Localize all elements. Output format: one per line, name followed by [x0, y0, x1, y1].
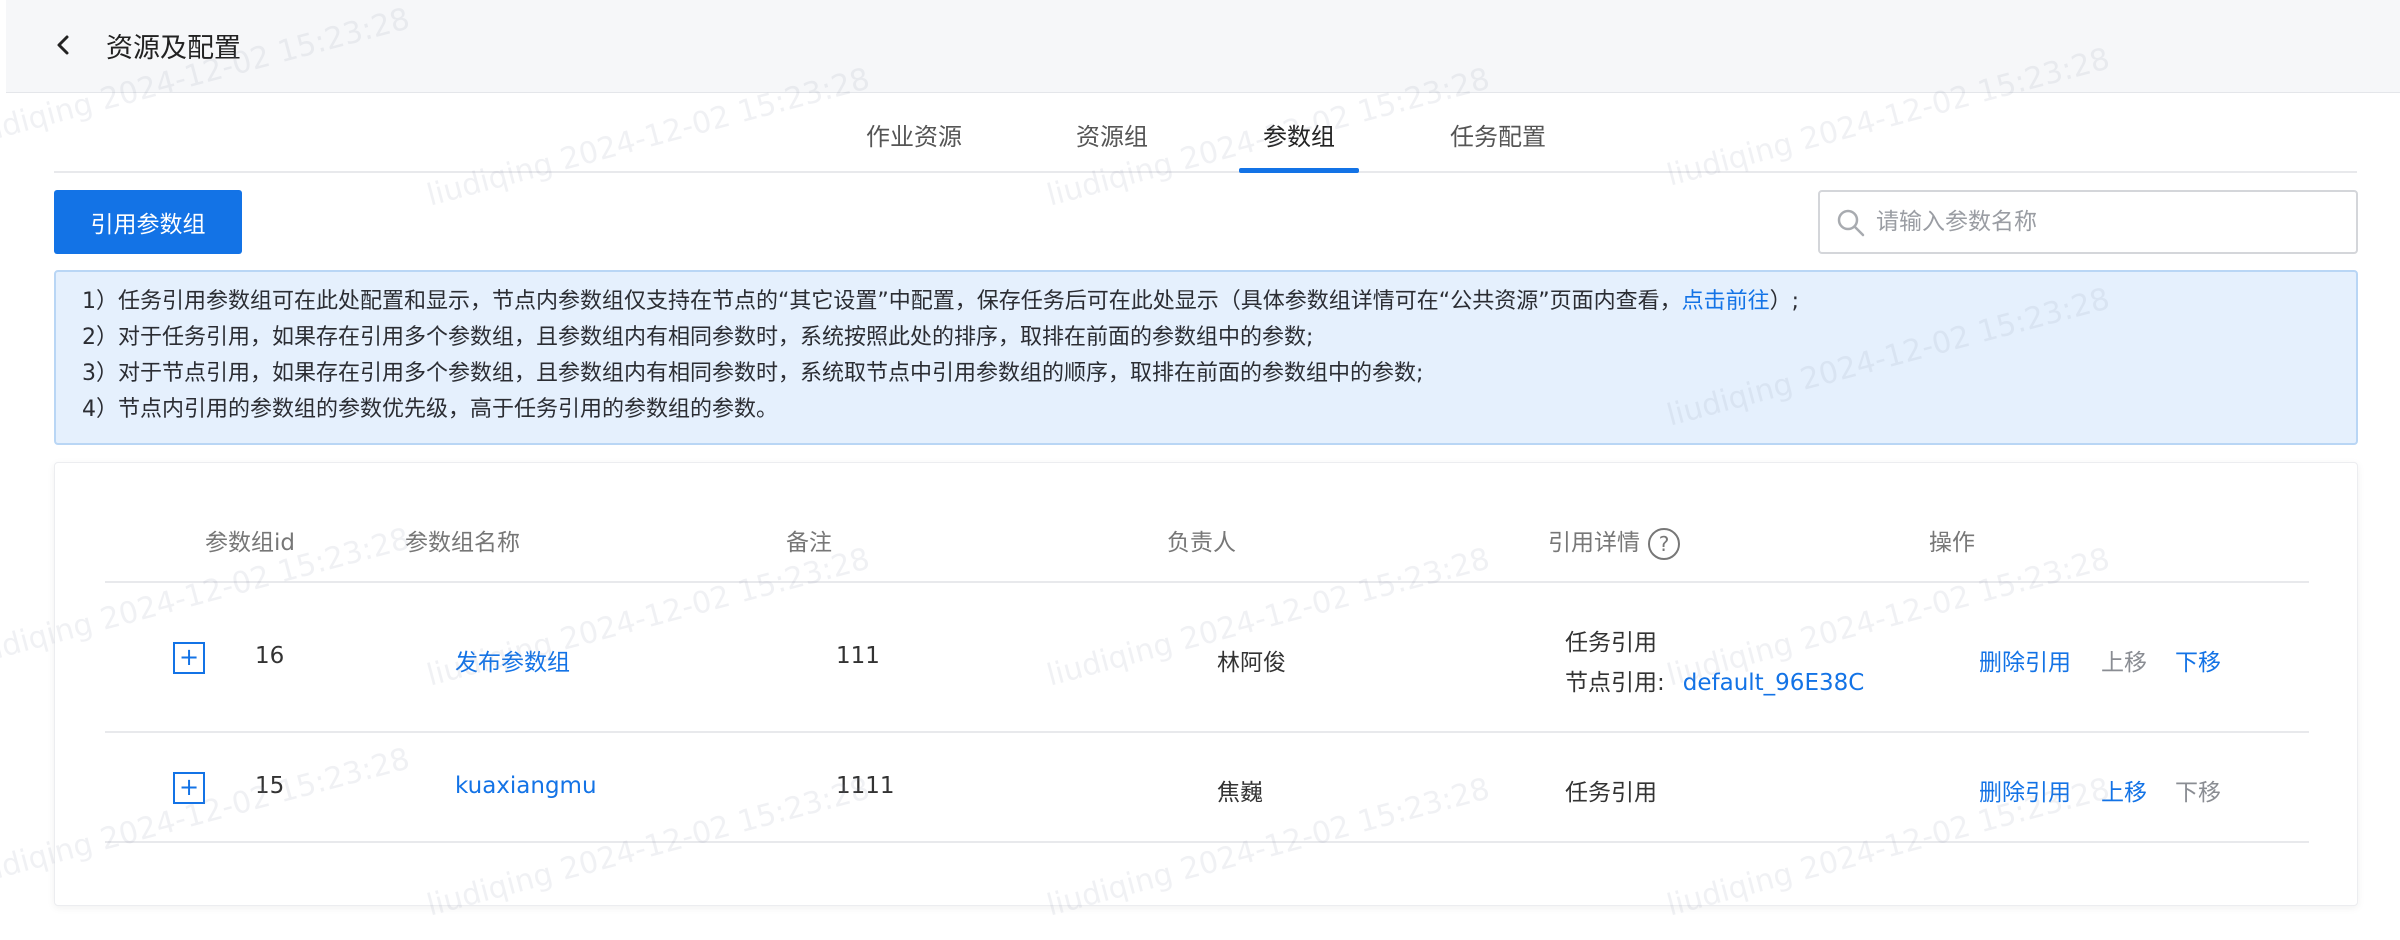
param-group-remark: 111	[836, 643, 880, 669]
delete-reference-button[interactable]: 删除引用	[1979, 773, 2071, 807]
param-group-id: 15	[255, 773, 285, 799]
node-reference: 节点引用: default_96E38C	[1565, 663, 1864, 697]
node-reference-label: 节点引用:	[1565, 670, 1665, 696]
table-row: + 16 发布参数组 111 林阿俊 任务引用 节点引用: default_96E…	[105, 583, 2309, 733]
search-icon	[1837, 209, 1865, 237]
node-reference-link[interactable]: default_96E38C	[1683, 670, 1865, 696]
page-header: 资源及配置	[6, 0, 2400, 93]
tab-task-config[interactable]: 任务配置	[1450, 117, 1546, 152]
back-arrow-icon[interactable]	[52, 33, 76, 57]
column-header-owner: 负责人	[1167, 530, 1236, 556]
delete-reference-button[interactable]: 删除引用	[1979, 643, 2071, 677]
notice-line-1-text: 1）任务引用参数组可在此处配置和显示，节点内参数组仅支持在节点的“其它设置”中配…	[82, 289, 1682, 314]
column-header-name: 参数组名称	[405, 530, 520, 556]
param-group-owner: 林阿俊	[1217, 650, 1286, 676]
param-group-remark: 1111	[836, 773, 895, 799]
reference-param-group-button[interactable]: 引用参数组	[54, 190, 242, 254]
move-down-button[interactable]: 下移	[2175, 773, 2221, 807]
task-reference-text: 任务引用	[1565, 630, 1657, 656]
notice-line-1-end: ）;	[1769, 289, 1800, 314]
column-header-id: 参数组id	[205, 530, 295, 556]
notice-line-1: 1）任务引用参数组可在此处配置和显示，节点内参数组仅支持在节点的“其它设置”中配…	[82, 284, 2330, 320]
tab-job-resources[interactable]: 作业资源	[866, 117, 962, 152]
table-header: 参数组id 参数组名称 备注 负责人 引用详情? 操作	[105, 503, 2309, 583]
param-group-id: 16	[255, 643, 285, 669]
go-to-public-resources-link[interactable]: 点击前往	[1682, 289, 1770, 314]
move-down-button[interactable]: 下移	[2175, 643, 2221, 677]
task-reference-text: 任务引用	[1565, 780, 1657, 806]
active-tab-indicator	[1239, 168, 1359, 173]
info-notice: 1）任务引用参数组可在此处配置和显示，节点内参数组仅支持在节点的“其它设置”中配…	[54, 270, 2358, 445]
help-icon[interactable]: ?	[1648, 527, 1680, 560]
tab-parameter-groups[interactable]: 参数组	[1263, 117, 1335, 152]
column-header-remark: 备注	[786, 530, 832, 556]
notice-line-3: 3）对于节点引用，如果存在引用多个参数组，且参数组内有相同参数时，系统取节点中引…	[82, 361, 1424, 386]
column-header-reference-label: 引用详情	[1548, 530, 1640, 556]
notice-line-4: 4）节点内引用的参数组的参数优先级，高于任务引用的参数组的参数。	[82, 397, 778, 422]
expand-row-button[interactable]: +	[173, 642, 205, 674]
move-up-button[interactable]: 上移	[2101, 773, 2147, 807]
column-header-reference: 引用详情?	[1548, 523, 1680, 560]
param-group-name-link[interactable]: kuaxiangmu	[455, 773, 597, 799]
param-group-owner: 焦巍	[1217, 780, 1263, 806]
move-up-button[interactable]: 上移	[2101, 643, 2147, 677]
search-box	[1818, 190, 2358, 254]
notice-line-2: 2）对于任务引用，如果存在引用多个参数组，且参数组内有相同参数时，系统按照此处的…	[82, 325, 1314, 350]
expand-row-button[interactable]: +	[173, 772, 205, 804]
param-group-table: 参数组id 参数组名称 备注 负责人 引用详情? 操作 + 16 发布参数组 1…	[54, 462, 2358, 906]
tab-resource-groups[interactable]: 资源组	[1076, 117, 1148, 152]
table-row: + 15 kuaxiangmu 1111 焦巍 任务引用 删除引用 上移 下移	[105, 733, 2309, 843]
search-input[interactable]	[1876, 202, 2346, 242]
tab-bar: 作业资源 资源组 参数组 任务配置	[54, 93, 2357, 173]
param-group-name-link[interactable]: 发布参数组	[455, 643, 570, 677]
column-header-operations: 操作	[1929, 530, 1975, 556]
page-title: 资源及配置	[106, 33, 241, 64]
